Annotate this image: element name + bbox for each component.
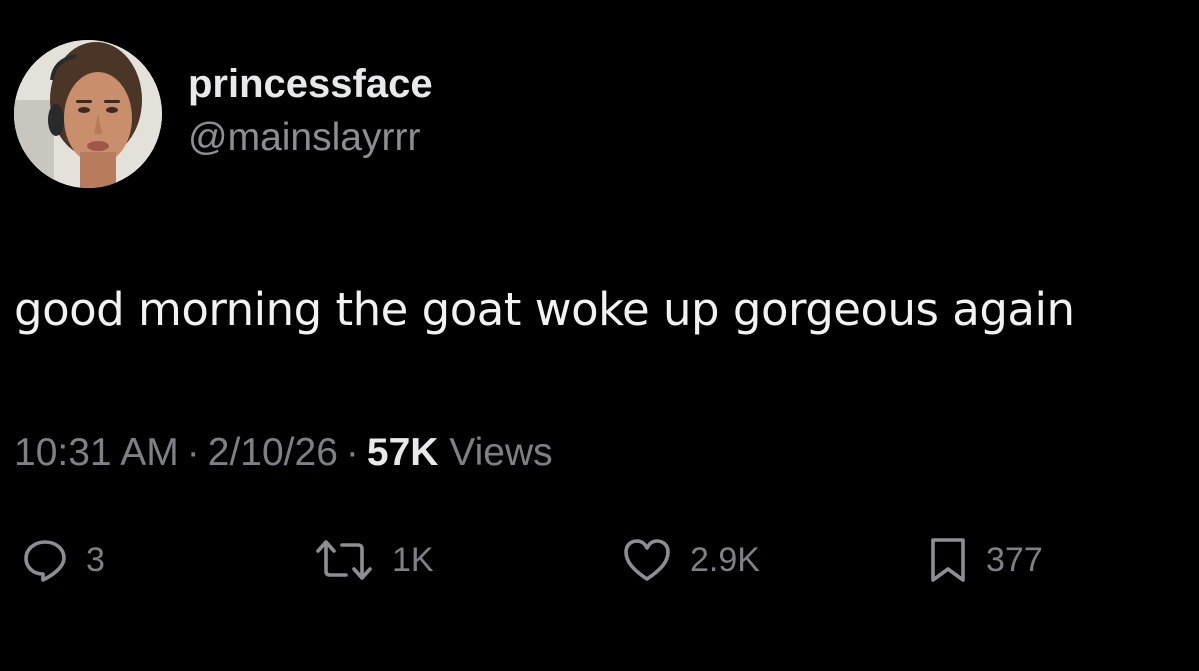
bookmark-icon <box>931 538 965 582</box>
display-name[interactable]: princessface <box>188 61 433 107</box>
like-count: 2.9K <box>690 540 760 579</box>
user-handle[interactable]: @mainslayrrr <box>188 115 433 161</box>
reply-button[interactable]: 3 <box>22 528 105 592</box>
tweet-meta: 10:31 AM · 2/10/26 · 57K Views <box>14 428 553 478</box>
avatar-image <box>14 40 162 188</box>
retweet-icon <box>316 540 372 580</box>
user-names: princessface @mainslayrrr <box>188 61 433 161</box>
retweet-count: 1K <box>392 540 434 579</box>
tweet-time[interactable]: 10:31 AM <box>14 431 179 474</box>
reply-icon <box>24 540 66 582</box>
heart-icon <box>624 539 670 581</box>
bookmark-count: 377 <box>986 540 1043 579</box>
tweet-text: good morning the goat woke up gorgeous a… <box>14 283 1075 336</box>
views-label: Views <box>449 431 553 474</box>
retweet-button[interactable]: 1K <box>314 528 434 592</box>
reply-count: 3 <box>86 540 105 579</box>
bookmark-button[interactable]: 377 <box>928 528 1043 592</box>
like-button[interactable]: 2.9K <box>622 528 760 592</box>
tweet-header: princessface @mainslayrrr <box>14 40 433 188</box>
views-count: 57K <box>366 431 439 474</box>
tweet-date[interactable]: 2/10/26 <box>208 431 338 474</box>
separator-dot: · <box>186 431 200 474</box>
tweet-card: princessface @mainslayrrr good morning t… <box>0 0 1199 671</box>
action-bar: 3 1K 2.9K 377 <box>0 528 1199 592</box>
avatar[interactable] <box>14 40 162 188</box>
separator-dot: · <box>345 431 359 474</box>
